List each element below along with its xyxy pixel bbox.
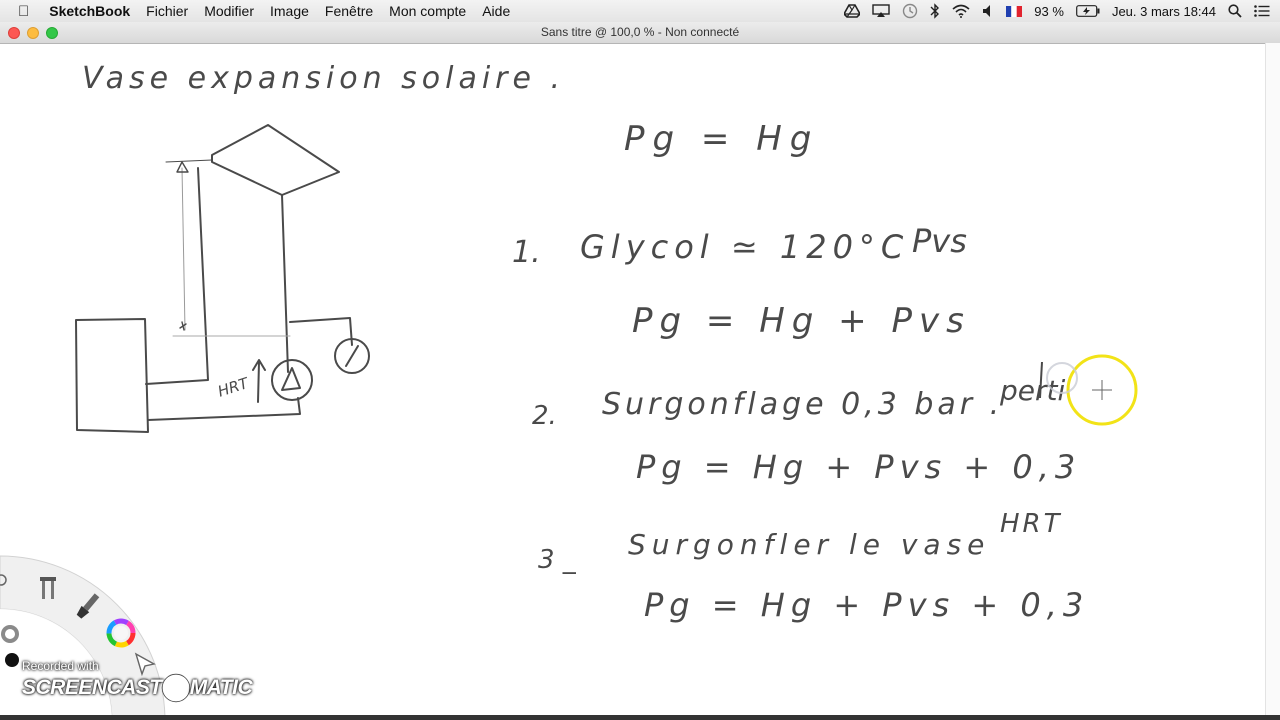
menu-bar:  SketchBook Fichier Modifier Image Fenê… (0, 0, 1280, 23)
height-arrow-shaft (257, 361, 260, 403)
brush-size-icon[interactable] (1, 625, 19, 643)
item1-glycol-text: Glycol ≃ 120°C (580, 228, 909, 266)
sketch-heading: Vase expansion solaire . (82, 61, 565, 96)
item3-tail-text: HRT (1000, 509, 1063, 539)
bottom-edge-strip (0, 715, 1280, 720)
ref-line-dim (181, 167, 186, 331)
watermark-brand-right: MATIC (189, 676, 253, 699)
airplay-icon[interactable] (866, 4, 896, 18)
menu-aide[interactable]: Aide (474, 3, 518, 19)
item2-surgonflage-text: Surgonflage 0,3 bar . (602, 387, 1003, 422)
watermark-brand: SCREENCAST MATIC (22, 673, 253, 703)
ref-line-top (165, 159, 213, 163)
battery-charging-icon[interactable] (1070, 5, 1106, 17)
equation-3: Pg = Hg + Pvs + 0,3 (644, 586, 1089, 624)
storage-tank-shape (75, 318, 149, 433)
volume-icon[interactable] (976, 4, 1000, 18)
drive-icon[interactable] (838, 4, 866, 18)
crosshair-cursor-icon (1092, 380, 1112, 400)
pump-triangle (281, 367, 301, 391)
watermark-brand-left: SCREENCAST (22, 676, 162, 699)
drawing-canvas[interactable]: Vase expansion solaire . Pg = Hg 1. Glyc… (0, 43, 1280, 715)
list-number-2: 2. (532, 401, 557, 431)
item1-pvs-text: Pvs (912, 222, 967, 260)
menu-mon-compte[interactable]: Mon compte (381, 3, 474, 19)
menu-image[interactable]: Image (262, 3, 317, 19)
wifi-icon[interactable] (946, 4, 976, 18)
bottom-pipe (147, 397, 301, 421)
color-puck-icon[interactable] (5, 653, 19, 667)
spotlight-search-icon[interactable] (1222, 4, 1248, 18)
recorder-watermark: Recorded with SCREENCAST MATIC (22, 659, 253, 703)
collector-panel-shape (211, 124, 340, 196)
return-pipe (281, 194, 289, 373)
menu-fichier[interactable]: Fichier (138, 3, 196, 19)
clock-datetime[interactable]: Jeu. 3 mars 18:44 (1106, 4, 1222, 19)
menu-app-name[interactable]: SketchBook (41, 3, 138, 19)
equation-1: Pg = Hg + Pvs (632, 301, 971, 341)
diagram-hrt-label: HRT (216, 373, 253, 400)
equation-2: Pg = Hg + Pvs + 0,3 (636, 448, 1081, 486)
expansion-vessel-slash (345, 345, 359, 367)
menu-modifier[interactable]: Modifier (196, 3, 262, 19)
bluetooth-icon[interactable] (924, 3, 946, 19)
battery-percentage[interactable]: 93 % (1028, 4, 1070, 19)
status-area: 93 % Jeu. 3 mars 18:44 (838, 0, 1280, 22)
vertical-scrollbar[interactable] (1265, 43, 1280, 715)
item3-surgonfler-text: Surgonfler le vase (628, 528, 990, 561)
window-title: Sans titre @ 100,0 % - Non connecté (540, 25, 740, 39)
list-number-1: 1. (512, 235, 541, 270)
watermark-logo-icon (161, 673, 190, 703)
notification-center-icon[interactable] (1248, 5, 1280, 17)
time-machine-icon[interactable] (896, 3, 924, 19)
pump-circle (271, 359, 313, 401)
watermark-recorded-with: Recorded with (22, 659, 99, 673)
list-number-3: 3 _ (538, 545, 577, 575)
riser-pipe (145, 167, 209, 385)
apple-menu-icon[interactable]:  (0, 3, 41, 20)
window-title-bar: Sans titre @ 100,0 % - Non connecté (0, 22, 1280, 44)
menu-fenetre[interactable]: Fenêtre (317, 3, 381, 19)
equation-base: Pg = Hg (624, 119, 819, 159)
input-source-flag-icon[interactable] (1000, 5, 1028, 17)
